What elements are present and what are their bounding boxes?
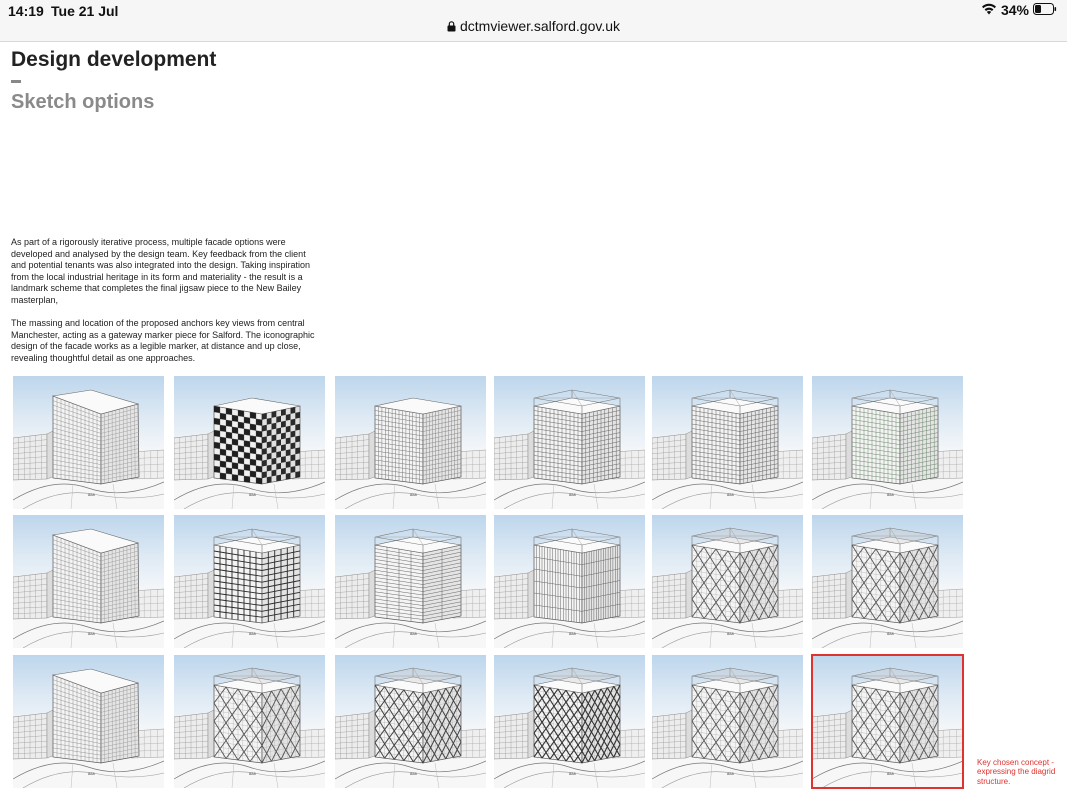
wifi-icon xyxy=(981,2,997,18)
status-time: 14:19 xyxy=(8,3,44,19)
svg-text:888: 888 xyxy=(569,631,576,636)
intro-paragraph: As part of a rigorously iterative proces… xyxy=(11,237,311,305)
status-right: 34% xyxy=(981,2,1057,18)
svg-text:888: 888 xyxy=(88,631,95,636)
svg-text:888: 888 xyxy=(88,492,95,497)
page-subtitle: Sketch options xyxy=(11,91,155,113)
sketch-option-5: 888 xyxy=(652,376,803,509)
sketch-option-16: 888 xyxy=(494,655,645,788)
battery-icon xyxy=(1033,2,1057,18)
sketch-option-11: 888 xyxy=(652,515,803,648)
sketch-option-2: 888 xyxy=(174,376,325,509)
svg-text:888: 888 xyxy=(727,631,734,636)
sketch-option-10: 888 xyxy=(494,515,645,648)
svg-text:888: 888 xyxy=(249,631,256,636)
svg-text:888: 888 xyxy=(887,492,894,497)
svg-text:888: 888 xyxy=(410,492,417,497)
svg-text:888: 888 xyxy=(569,492,576,497)
sketch-option-12: 888 xyxy=(812,515,963,648)
status-bar: 14:19 Tue 21 Jul dctmviewer.salford.gov.… xyxy=(0,0,1067,42)
svg-text:888: 888 xyxy=(410,631,417,636)
sketch-option-7: 888 xyxy=(13,515,164,648)
battery-percent: 34% xyxy=(1000,2,1029,18)
massing-paragraph: The massing and location of the proposed… xyxy=(11,318,315,363)
svg-text:888: 888 xyxy=(887,631,894,636)
lock-icon xyxy=(447,18,460,34)
sketch-option-15: 888 xyxy=(335,655,486,788)
svg-text:888: 888 xyxy=(249,771,256,776)
sketch-option-6: 888 xyxy=(812,376,963,509)
address-bar[interactable]: dctmviewer.salford.gov.uk xyxy=(0,18,1067,34)
title-divider xyxy=(11,80,21,83)
svg-text:888: 888 xyxy=(569,771,576,776)
svg-text:888: 888 xyxy=(249,492,256,497)
svg-text:888: 888 xyxy=(727,492,734,497)
sketch-option-14: 888 xyxy=(174,655,325,788)
svg-text:888: 888 xyxy=(88,771,95,776)
chosen-concept-highlight xyxy=(811,654,964,789)
sketch-option-13: 888 xyxy=(13,655,164,788)
page-title: Design development xyxy=(11,48,217,71)
sketch-option-17: 888 xyxy=(652,655,803,788)
sketch-option-9: 888 xyxy=(335,515,486,648)
svg-text:888: 888 xyxy=(727,771,734,776)
sketch-option-3: 888 xyxy=(335,376,486,509)
url-text[interactable]: dctmviewer.salford.gov.uk xyxy=(460,18,620,34)
svg-text:888: 888 xyxy=(410,771,417,776)
sketch-option-4: 888 xyxy=(494,376,645,509)
status-date: Tue 21 Jul xyxy=(51,3,119,19)
chosen-concept-caption: Key chosen concept - expressing the diag… xyxy=(977,758,1056,786)
sketch-option-1: 888 xyxy=(13,376,164,509)
sketch-option-8: 888 xyxy=(174,515,325,648)
